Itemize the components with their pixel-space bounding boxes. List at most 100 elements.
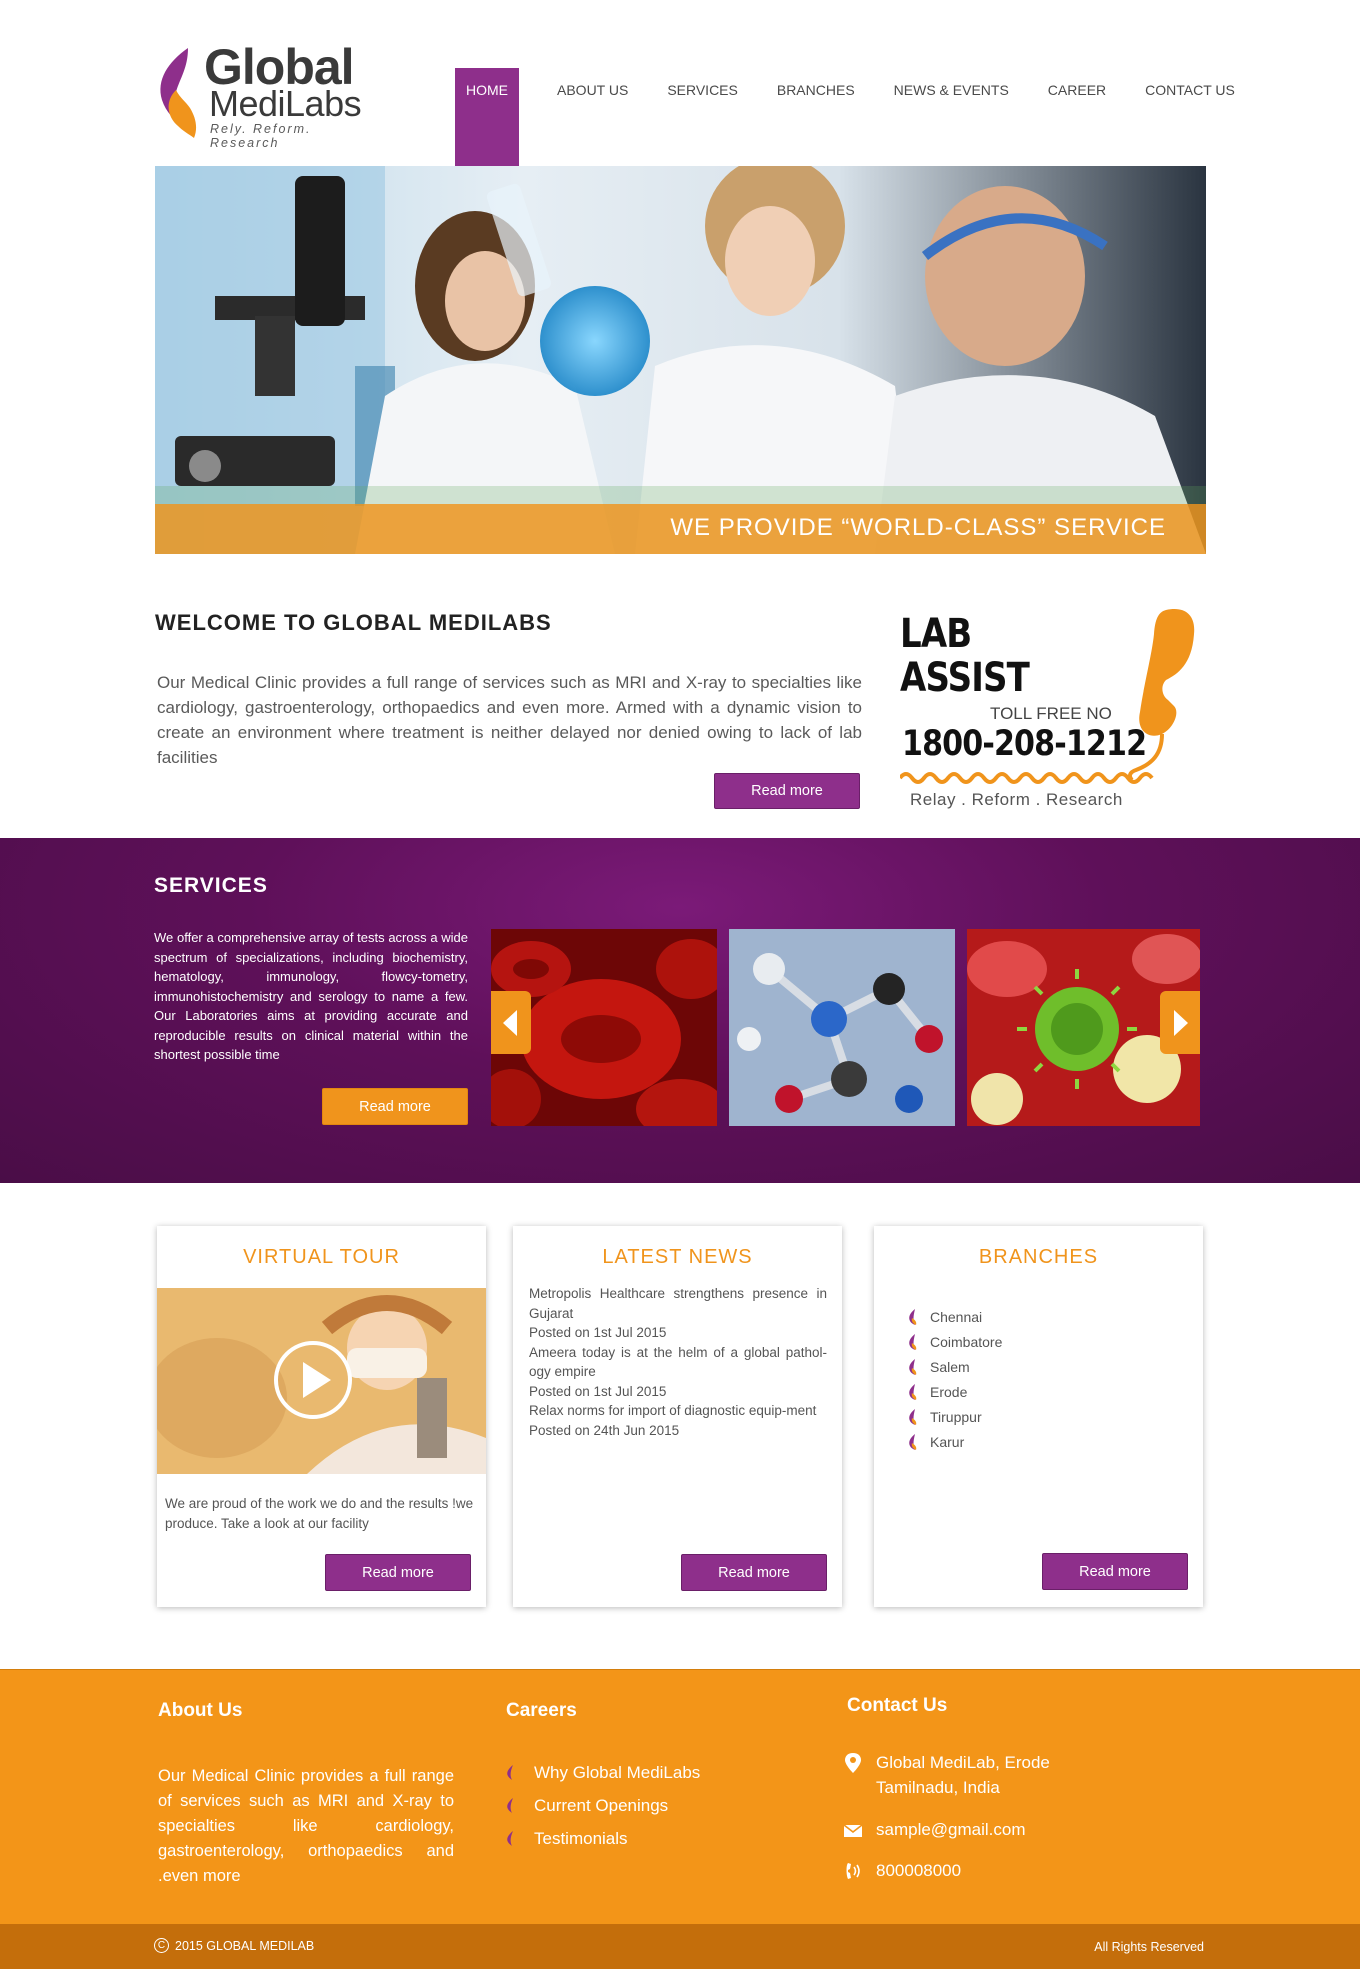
- carousel-next-button[interactable]: [1160, 991, 1200, 1054]
- services-section: SERVICES We offer a comprehensive array …: [0, 838, 1360, 1183]
- services-read-more-button[interactable]: Read more: [322, 1088, 468, 1125]
- copyright: C 2015 GLOBAL MEDILAB: [154, 1938, 314, 1953]
- footer-email[interactable]: sample@gmail.com: [844, 1817, 1026, 1842]
- leaf-bullet-icon: [909, 1408, 917, 1425]
- virtual-tour-video[interactable]: [157, 1288, 486, 1474]
- lab-assist-line2: ASSIST: [900, 655, 1030, 701]
- nav-branches[interactable]: BRANCHES: [767, 68, 865, 166]
- footer-career-link[interactable]: Testimonials: [506, 1822, 700, 1855]
- branch-name: Chennai: [930, 1308, 983, 1325]
- footer-phone-text: 800008000: [876, 1861, 962, 1880]
- footer-contact-title: Contact Us: [847, 1695, 948, 1716]
- footer-about-text: Our Medical Clinic provides a full range…: [158, 1767, 454, 1885]
- branches-card: BRANCHES Chennai Coimbatore Salem Erode …: [874, 1226, 1203, 1607]
- logo-wordmark-medilabs: MediLabs: [209, 83, 362, 124]
- location-pin-icon: [845, 1753, 861, 1773]
- news-headline[interactable]: Metropolis Healthcare strengthens presen…: [529, 1284, 827, 1323]
- footer-address-line2: Tamilnadu, India: [876, 1778, 1000, 1797]
- main-nav: HOME ABOUT US SERVICES BRANCHES NEWS & E…: [455, 68, 1264, 166]
- site-header: Global MediLabs Rely. Reform. Research H…: [0, 0, 1360, 166]
- phone-icon: [846, 1863, 860, 1879]
- branches-read-more-button[interactable]: Read more: [1042, 1553, 1188, 1590]
- lab-assist-line1: LAB: [900, 611, 972, 657]
- footer-bottom-bar: C 2015 GLOBAL MEDILAB All Rights Reserve…: [0, 1924, 1360, 1969]
- play-icon[interactable]: [273, 1340, 353, 1420]
- carousel-prev-button[interactable]: [491, 991, 531, 1054]
- hero-lab-scientists-image: [155, 166, 1206, 554]
- latest-news-card: LATEST NEWS Metropolis Healthcare streng…: [513, 1226, 842, 1607]
- latest-news-read-more-button[interactable]: Read more: [681, 1554, 827, 1591]
- toll-free-label: TOLL FREE NO: [990, 704, 1112, 723]
- hero-caption-bar: WE PROVIDE “WORLD-CLASS” SERVICE: [155, 504, 1206, 554]
- virtual-tour-read-more-button[interactable]: Read more: [325, 1554, 471, 1591]
- branch-name: Salem: [930, 1358, 970, 1375]
- branch-item[interactable]: Erode: [908, 1379, 1002, 1404]
- news-headline[interactable]: Ameera today is at the helm of a global …: [529, 1343, 827, 1382]
- branch-item[interactable]: Karur: [908, 1429, 1002, 1454]
- site-logo[interactable]: Global MediLabs Rely. Reform. Research: [154, 40, 384, 150]
- leaf-bullet-icon: [507, 1798, 513, 1813]
- branch-name: Karur: [930, 1433, 965, 1450]
- branch-item[interactable]: Coimbatore: [908, 1329, 1002, 1354]
- logo-tagline: Rely. Reform. Research: [210, 122, 312, 150]
- leaf-bullet-icon: [507, 1765, 513, 1780]
- welcome-title: WELCOME TO GLOBAL MEDILABS: [155, 610, 552, 635]
- footer-career-link[interactable]: Why Global MediLabs: [506, 1756, 700, 1789]
- footer-about-title: About Us: [158, 1700, 243, 1721]
- services-title: SERVICES: [154, 874, 268, 897]
- branch-item[interactable]: Chennai: [908, 1304, 1002, 1329]
- news-headline[interactable]: Relax norms for import of diagnostic equ…: [529, 1401, 827, 1421]
- news-date: Posted on 1st Jul 2015: [529, 1325, 667, 1340]
- leaf-bullet-icon: [909, 1308, 917, 1325]
- site-footer: About Us Our Medical Clinic provides a f…: [0, 1669, 1360, 1924]
- welcome-text: Our Medical Clinic provides a full range…: [157, 673, 862, 767]
- toll-free-number[interactable]: 1800-208-1212: [902, 724, 1147, 764]
- branches-title: BRANCHES: [978, 1246, 1099, 1268]
- nav-about-us[interactable]: ABOUT US: [547, 68, 638, 166]
- envelope-icon: [844, 1824, 862, 1837]
- nav-services[interactable]: SERVICES: [657, 68, 748, 166]
- footer-career-link[interactable]: Current Openings: [506, 1789, 700, 1822]
- arrow-left-icon: [503, 1009, 517, 1036]
- leaf-bullet-icon: [507, 1831, 513, 1846]
- footer-careers-list: Why Global MediLabs Current Openings Tes…: [506, 1756, 700, 1855]
- leaf-bullet-icon: [909, 1358, 917, 1375]
- footer-address: Global MediLab, Erode Tamilnadu, India: [844, 1750, 1050, 1800]
- leaf-bullet-icon: [909, 1433, 917, 1450]
- leaf-bullet-icon: [909, 1383, 917, 1400]
- services-text: We offer a comprehensive array of tests …: [154, 930, 468, 1062]
- hero-caption: WE PROVIDE “WORLD-CLASS” SERVICE: [670, 514, 1166, 541]
- lab-assist-tagline: Relay . Reform . Research: [910, 790, 1123, 809]
- virtual-tour-title: VIRTUAL TOUR: [243, 1246, 400, 1268]
- welcome-read-more-button[interactable]: Read more: [714, 773, 860, 809]
- all-rights-reserved: All Rights Reserved: [1094, 1940, 1204, 1954]
- branch-name: Erode: [930, 1383, 968, 1400]
- footer-careers-title: Careers: [506, 1700, 577, 1721]
- molecule-image: [729, 929, 955, 1126]
- nav-career[interactable]: CAREER: [1038, 68, 1116, 166]
- service-tile-molecule[interactable]: [729, 929, 955, 1126]
- news-date: Posted on 24th Jun 2015: [529, 1422, 680, 1438]
- branch-name: Tiruppur: [930, 1408, 982, 1425]
- phone-cord-wave-icon: [900, 772, 1154, 784]
- news-date: Posted on 1st Jul 2015: [529, 1383, 667, 1399]
- footer-address-line1: Global MediLab, Erode: [876, 1753, 1050, 1772]
- nav-news-events[interactable]: NEWS & EVENTS: [884, 68, 1019, 166]
- footer-career-label: Current Openings: [534, 1795, 669, 1815]
- footer-phone[interactable]: 800008000: [844, 1858, 961, 1883]
- virtual-tour-card: VIRTUAL TOUR We are proud of the work we…: [157, 1226, 486, 1607]
- nav-contact-us[interactable]: CONTACT US: [1135, 68, 1245, 166]
- branch-item[interactable]: Tiruppur: [908, 1404, 1002, 1429]
- hero-banner-image: WE PROVIDE “WORLD-CLASS” SERVICE: [155, 166, 1206, 554]
- footer-email-text: sample@gmail.com: [876, 1820, 1026, 1839]
- nav-home[interactable]: HOME: [455, 68, 519, 166]
- leaf-bullet-icon: [909, 1333, 917, 1350]
- logo-flame-icon: [160, 48, 197, 138]
- copyright-icon: C: [154, 1938, 169, 1953]
- latest-news-title: LATEST NEWS: [602, 1246, 753, 1268]
- copyright-text: 2015 GLOBAL MEDILAB: [175, 1938, 315, 1953]
- lab-assist-box: LAB ASSIST TOLL FREE NO 1800-208-1212 Re…: [890, 600, 1200, 820]
- footer-career-label: Why Global MediLabs: [534, 1762, 701, 1782]
- branch-item[interactable]: Salem: [908, 1354, 1002, 1379]
- lab-assist-title: LAB ASSIST: [900, 611, 1030, 701]
